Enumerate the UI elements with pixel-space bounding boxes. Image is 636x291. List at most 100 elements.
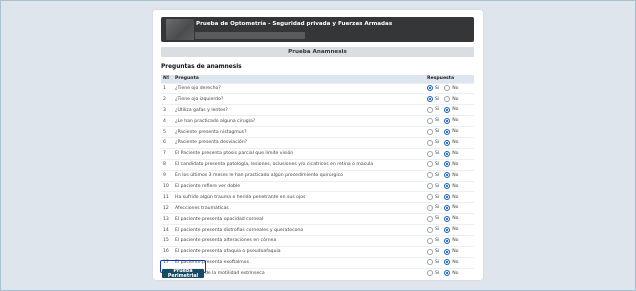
row-answer: Sí No [425,147,474,160]
row-question: Afecciones traumáticas [173,202,425,214]
radio-yes[interactable] [427,117,433,124]
radio-yes[interactable] [427,172,433,179]
radio-no[interactable] [444,106,451,113]
radio-yes-label: Sí [435,151,440,157]
row-answer: Sí No [425,136,474,149]
row-number: 11 [161,191,173,203]
row-question: El Paciente presenta ptosis parcial que … [173,147,425,160]
radio-yes[interactable] [427,215,433,222]
table-row: 7 El Paciente presenta ptosis parcial que… [161,147,474,160]
radio-yes[interactable] [427,106,433,113]
radio-no-label: No [452,227,459,233]
radio-no-label: No [452,172,459,178]
radio-yes[interactable] [427,194,433,201]
row-number: 13 [161,213,173,225]
radio-no[interactable] [444,128,451,135]
radio-yes[interactable] [427,237,433,244]
radio-no[interactable] [444,183,451,190]
table-row: 9 En los últimos 3 meses le han practicad… [161,169,474,182]
radio-yes[interactable] [427,150,433,157]
row-answer: Sí No [425,202,474,214]
table-row: 13 El paciente presenta opacidad corneal S… [161,213,474,225]
radio-no[interactable] [444,117,451,124]
row-question: El candidato presenta patología, lesione… [173,158,425,171]
prueba-perimetrial-button[interactable]: Prueba Perimetrial [162,269,204,279]
radio-no[interactable] [444,204,451,211]
radio-no[interactable] [444,85,451,92]
radio-yes[interactable] [427,270,433,277]
radio-no[interactable] [444,139,451,146]
radio-no-label: No [452,194,459,200]
row-answer: Sí No [425,234,474,247]
header-image [166,19,194,40]
radio-yes[interactable] [427,248,433,255]
row-number: 5 [161,126,173,138]
radio-no-label: No [452,238,459,244]
radio-no[interactable] [444,194,451,201]
radio-yes-label: Sí [435,259,440,265]
row-number: 16 [161,245,173,258]
radio-no-label: No [452,151,459,157]
row-question: Ha sufrido algún trauma o herida penetra… [173,191,425,203]
row-answer: Sí No [425,169,474,182]
row-question: El paciente presenta distrofias corneale… [173,224,425,236]
radio-no[interactable] [444,172,451,179]
radio-no-label: No [452,249,459,255]
radio-yes[interactable] [427,259,433,266]
row-question: ¿Tiene ojo derecho? [173,82,425,94]
row-number: 10 [161,180,173,192]
table-row: 4 ¿Le han practicado alguna cirugía? Sí No [161,115,474,127]
table-row: 17 El paciente presenta exoftalmos Sí No [161,256,474,269]
row-answer: Sí No [425,93,474,105]
page-title: Prueba de Optometría - Seguridad privada… [196,21,393,27]
row-answer: Sí No [425,213,474,225]
radio-no-label: No [452,85,459,91]
radio-no[interactable] [444,270,451,277]
row-question: ¿Utiliza gafas y lentes? [173,104,425,116]
page-header: Prueba de Optometría - Seguridad privada… [161,17,474,42]
radio-no-label: No [452,140,459,146]
radio-yes[interactable] [427,226,433,233]
table-row: 5 ¿Paciente presenta nistagmus? Sí No [161,126,474,138]
radio-yes-label: Sí [435,161,440,167]
radio-yes[interactable] [427,96,433,103]
header-question: Pregunta [175,76,199,82]
radio-no[interactable] [444,248,451,255]
radio-yes[interactable] [427,128,433,135]
radio-no[interactable] [444,237,451,244]
table-row: 2 ¿Tiene ojo izquierdo? Sí No [161,93,474,105]
table-row: 11 Ha sufrido algún trauma o herida penet… [161,191,474,203]
radio-no[interactable] [444,150,451,157]
radio-no[interactable] [444,161,451,168]
radio-no[interactable] [444,259,451,266]
row-number: 3 [161,104,173,116]
radio-no-label: No [452,118,459,124]
header-number: Nº [163,76,170,82]
table-row: 16 El paciente presenta afaquia o pseudoa… [161,245,474,258]
radio-yes[interactable] [427,204,433,211]
table-row: 10 El paciente refiere ver doble Sí No [161,180,474,192]
radio-yes[interactable] [427,183,433,190]
radio-no[interactable] [444,96,451,103]
radio-yes-label: Sí [435,216,440,222]
row-answer: Sí No [425,82,474,94]
table-row: 18Alteraciones de la motilidad extrínsec… [161,267,474,279]
row-number: 9 [161,169,173,182]
radio-yes[interactable] [427,139,433,146]
row-answer: Sí No [425,104,474,116]
radio-yes[interactable] [427,161,433,168]
radio-yes[interactable] [427,85,433,92]
radio-yes-label: Sí [435,85,440,91]
radio-yes-label: Sí [435,107,440,113]
row-answer: Sí No [425,256,474,269]
anamnesis-card: Prueba de Optometría - Seguridad privada… [153,10,483,280]
radio-no-label: No [452,270,459,276]
row-answer: Sí No [425,191,474,203]
row-question: ¿Paciente presenta nistagmus? [173,126,425,138]
radio-yes-label: Sí [435,194,440,200]
row-answer: Sí No [425,267,474,279]
radio-no[interactable] [444,226,451,233]
row-question: El paciente presenta exoftalmos [173,256,425,269]
row-question: En los últimos 3 meses le han practicado… [173,169,425,182]
radio-no[interactable] [444,215,451,222]
